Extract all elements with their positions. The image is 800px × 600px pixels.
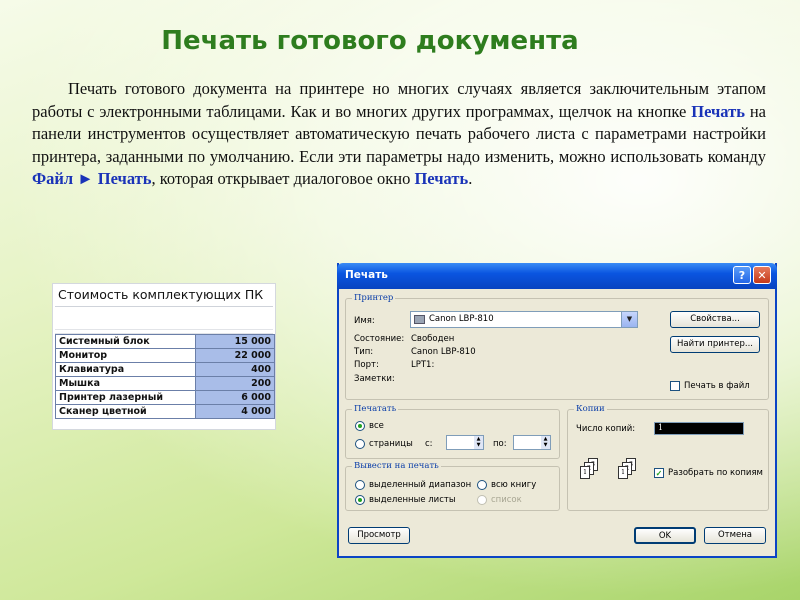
keyword-print-dialog: Печать [414, 169, 469, 188]
cancel-button[interactable]: Отмена [704, 527, 766, 544]
range-to-label: по: [493, 439, 507, 449]
row-value: 6 000 [195, 390, 275, 405]
paragraph-text: , которая открывает диалоговое окно [151, 169, 415, 188]
row-label: Принтер лазерный [55, 390, 196, 405]
copies-group-label: Копии [574, 404, 607, 414]
sheets-radio[interactable] [355, 495, 365, 505]
table-row: Клавиатура 400 [55, 362, 275, 377]
properties-button[interactable]: Свойства... [670, 311, 760, 328]
status-label: Состояние: [354, 334, 405, 344]
range-all-radio[interactable] [355, 421, 365, 431]
row-value: 4 000 [195, 404, 275, 419]
close-button[interactable]: ✕ [753, 266, 771, 284]
row-label: Мышка [55, 376, 196, 391]
print-to-file-label: Печать в файл [684, 381, 750, 391]
range-pages-label: страницы [369, 439, 413, 449]
paragraph-text: Печать готового документа на принтере но… [32, 79, 766, 121]
row-value: 22 000 [195, 348, 275, 363]
spreadsheet-table: Системный блок 15 000 Монитор 22 000 Клавиат… [55, 334, 275, 419]
row-label: Клавиатура [55, 362, 196, 377]
spreadsheet-body: Стоимость комплектующих ПК Системный бло… [52, 283, 276, 430]
printer-group-label: Принтер [352, 293, 396, 303]
printer-icon [414, 315, 425, 324]
print-to-file-checkbox[interactable] [670, 381, 680, 391]
collate-pages-icon: 321 [580, 458, 604, 482]
sheets-label: выделенные листы [369, 495, 456, 505]
workbook-radio[interactable] [477, 480, 487, 490]
collate-pages-icon: 321 [618, 458, 642, 482]
range-from-label: с: [425, 439, 433, 449]
row-value: 400 [195, 362, 275, 377]
row-value: 200 [195, 376, 275, 391]
type-value: Canon LBP-810 [411, 347, 476, 357]
row-label: Монитор [55, 348, 196, 363]
dialog-titlebar[interactable]: Печать ? ✕ [337, 263, 777, 289]
selection-radio[interactable] [355, 480, 365, 490]
paragraph-text: . [468, 169, 473, 188]
print-range-group: Печатать [345, 404, 560, 459]
copies-count-label: Число копий: [576, 424, 636, 434]
list-label: список [491, 495, 522, 505]
port-label: Порт: [354, 360, 379, 370]
range-all-label: все [369, 421, 384, 431]
keyword-print: Печать [691, 101, 745, 121]
table-row: Принтер лазерный 6 000 [55, 390, 275, 405]
row-label: Сканер цветной [55, 404, 196, 419]
printer-name-value: Canon LBP-810 [429, 314, 494, 324]
list-radio [477, 495, 487, 505]
spreadsheet-blank-row [55, 307, 273, 330]
ok-button[interactable]: OK [634, 527, 696, 544]
find-printer-button[interactable]: Найти принтер... [670, 336, 760, 353]
preview-button[interactable]: Просмотр [348, 527, 410, 544]
range-from-spinner[interactable]: ▲ ▼ [446, 435, 484, 450]
spreadsheet-example: Стоимость комплектующих ПК Системный бло… [52, 283, 276, 430]
type-label: Тип: [354, 347, 374, 357]
notes-label: Заметки: [354, 374, 395, 384]
range-to-spinner[interactable]: ▲ ▼ [513, 435, 551, 450]
collate-label: Разобрать по копиям [668, 468, 763, 478]
spreadsheet-footer [55, 419, 273, 429]
printer-name-label: Имя: [354, 316, 375, 326]
table-row: Сканер цветной 4 000 [55, 404, 275, 419]
range-pages-radio[interactable] [355, 439, 365, 449]
copies-count-input[interactable]: 1 [654, 422, 744, 435]
print-range-label: Печатать [352, 404, 399, 414]
status-value: Свободен [411, 334, 455, 344]
chevron-down-icon[interactable]: ▼ [621, 312, 637, 327]
spinner-arrows-icon[interactable]: ▲ ▼ [474, 436, 483, 449]
table-row: Системный блок 15 000 [55, 334, 275, 349]
workbook-label: всю книгу [491, 480, 537, 490]
help-button[interactable]: ? [733, 266, 751, 284]
table-row: Монитор 22 000 [55, 348, 275, 363]
selection-label: выделенный диапазон [369, 480, 472, 490]
page-title: Печать готового документа [161, 26, 579, 56]
printer-name-select[interactable]: Canon LBP-810 ▼ [410, 311, 638, 328]
row-label: Системный блок [55, 334, 196, 349]
print-what-label: Вывести на печать [352, 461, 441, 471]
spinner-arrows-icon[interactable]: ▲ ▼ [541, 436, 550, 449]
keyword-file-print: Файл ► Печать [32, 169, 152, 188]
spreadsheet-title: Стоимость комплектующих ПК [55, 284, 273, 307]
body-paragraph: Печать готового документа на принтере но… [32, 78, 766, 191]
port-value: LPT1: [411, 360, 435, 370]
row-value: 15 000 [195, 334, 275, 349]
dialog-title: Печать [345, 269, 388, 281]
table-row: Мышка 200 [55, 376, 275, 391]
collate-checkbox[interactable]: ✓ [654, 468, 664, 478]
